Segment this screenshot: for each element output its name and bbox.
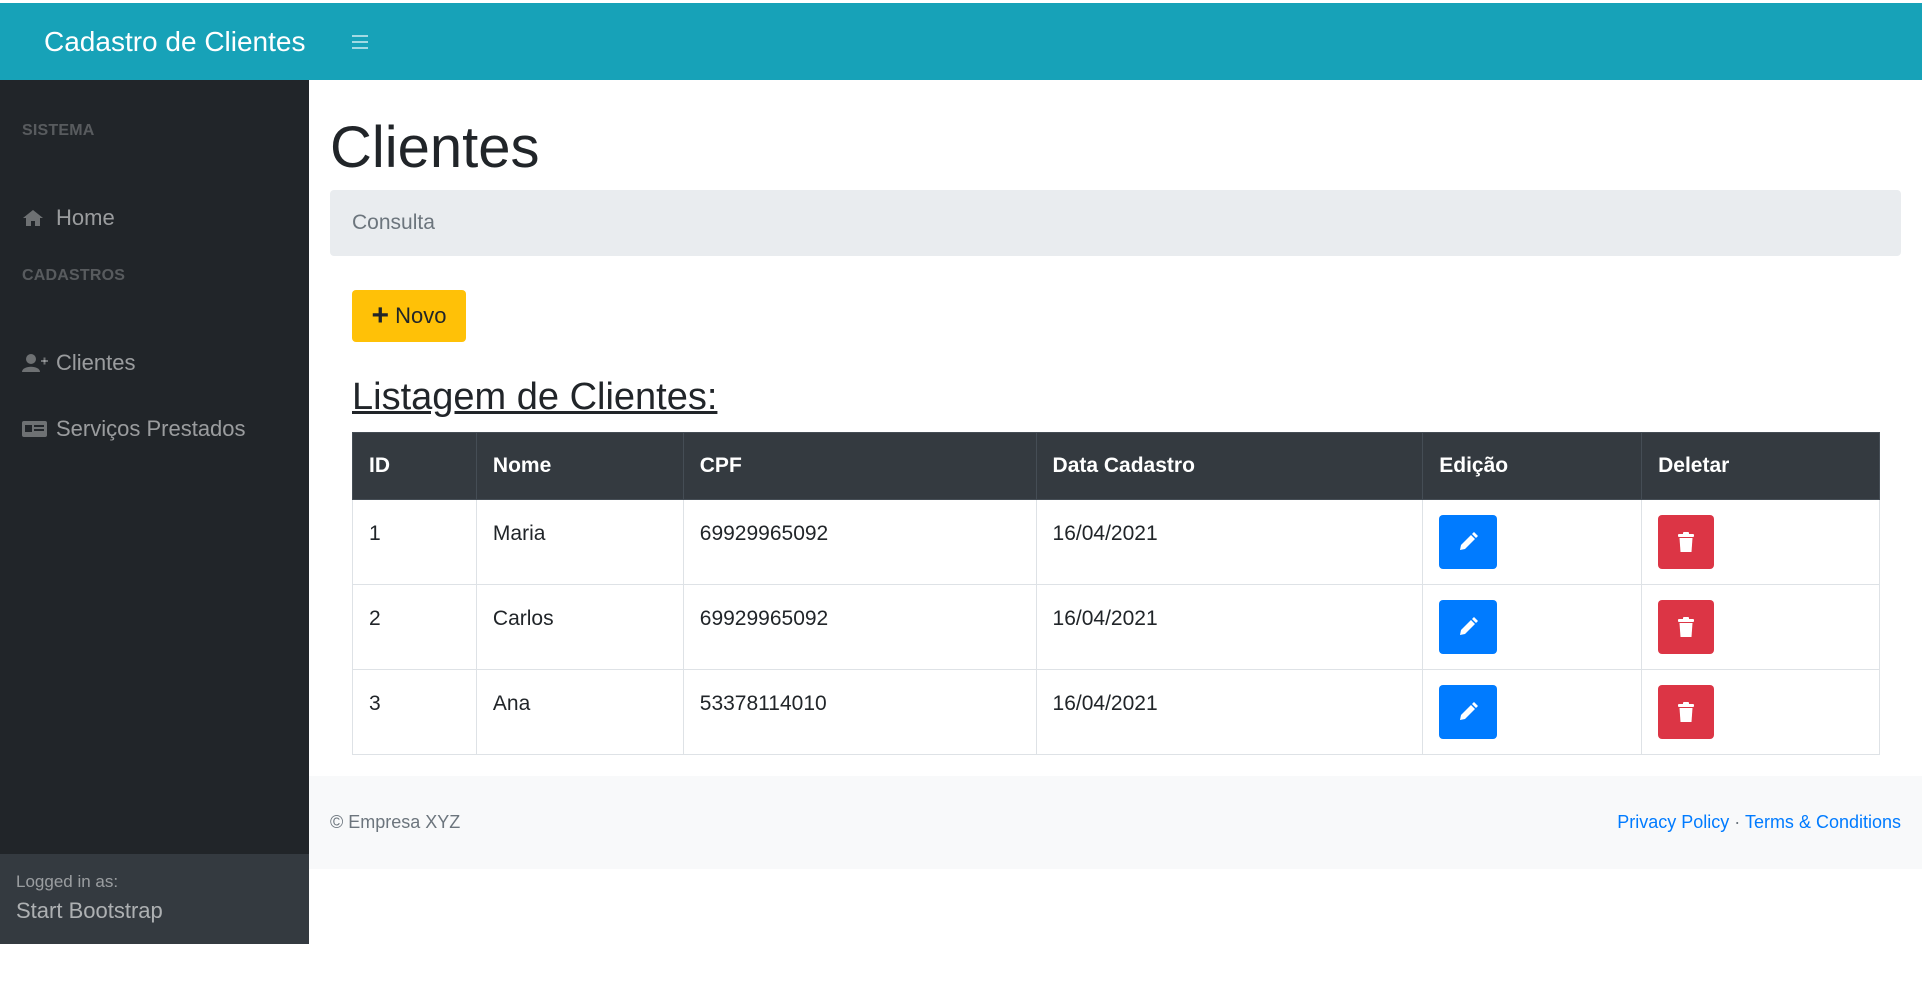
column-header-edicao: Edição (1422, 432, 1643, 500)
edit-button[interactable] (1439, 685, 1498, 739)
user-plus-icon (22, 352, 48, 374)
logged-in-label: Logged in as: (16, 872, 119, 891)
new-client-button[interactable]: + Novo (352, 290, 466, 342)
cell-delete (1641, 669, 1880, 755)
footer-links: Privacy Policy · Terms & Conditions (1617, 812, 1901, 833)
table-header-row: ID Nome CPF Data Cadastro Edição Deletar (352, 432, 1880, 500)
home-icon (22, 207, 48, 229)
cell-id: 3 (352, 669, 477, 755)
new-button-label: Novo (395, 303, 447, 328)
cell-nome: Maria (475, 499, 684, 585)
column-header-deletar: Deletar (1641, 432, 1880, 500)
pencil-icon (1460, 702, 1479, 720)
trash-icon (1678, 617, 1695, 637)
cell-edit (1422, 584, 1643, 670)
sidebar-heading-sistema: SISTEMA (22, 122, 95, 139)
trash-icon (1678, 702, 1695, 722)
cell-id: 1 (352, 499, 477, 585)
column-header-cpf: CPF (682, 432, 1037, 500)
column-header-data-cadastro: Data Cadastro (1035, 432, 1424, 500)
cell-data-cadastro: 16/04/2021 (1035, 584, 1424, 670)
copyright-text: © Empresa XYZ (330, 812, 461, 832)
sidebar-item-home[interactable]: Home (0, 193, 309, 243)
pencil-icon (1460, 617, 1479, 635)
top-navbar: Cadastro de Clientes (0, 3, 1922, 80)
cell-delete (1641, 499, 1880, 585)
cell-nome: Ana (475, 669, 684, 755)
cell-cpf: 69929965092 (682, 584, 1037, 670)
table-row: 1 Maria 69929965092 16/04/2021 (352, 499, 1880, 585)
logged-in-user: Start Bootstrap (16, 898, 163, 923)
clients-table: ID Nome CPF Data Cadastro Edição Deletar… (352, 432, 1880, 755)
cell-cpf: 69929965092 (682, 499, 1037, 585)
delete-button[interactable] (1658, 515, 1715, 569)
delete-button[interactable] (1658, 600, 1715, 654)
sidebar-item-label: Serviços Prestados (56, 416, 246, 441)
table-row: 2 Carlos 69929965092 16/04/2021 (352, 584, 1880, 670)
cell-id: 2 (352, 584, 477, 670)
column-header-nome: Nome (475, 432, 684, 500)
cell-cpf: 53378114010 (682, 669, 1037, 755)
bars-icon (352, 34, 368, 49)
sidebar-item-clientes[interactable]: Clientes (0, 338, 309, 388)
edit-button[interactable] (1439, 515, 1498, 569)
delete-button[interactable] (1658, 685, 1715, 739)
pencil-icon (1460, 532, 1479, 550)
sidebar-toggle-button[interactable] (344, 24, 380, 60)
table-row: 3 Ana 53378114010 16/04/2021 (352, 669, 1880, 755)
column-header-id: ID (352, 432, 477, 500)
breadcrumb: Consulta (330, 190, 1901, 256)
page-footer: © Empresa XYZ Privacy Policy · Terms & C… (309, 776, 1922, 869)
sidebar-item-servicos-prestados[interactable]: Serviços Prestados (0, 404, 309, 454)
plus-icon: + (371, 299, 390, 332)
brand-title[interactable]: Cadastro de Clientes (44, 26, 344, 58)
cell-delete (1641, 584, 1880, 670)
footer-separator: · (1734, 812, 1741, 832)
sidebar: SISTEMA Home CADASTROS Clientes Serviços… (0, 80, 309, 944)
terms-conditions-link[interactable]: Terms & Conditions (1745, 812, 1901, 832)
sidebar-item-label: Clientes (56, 350, 136, 375)
cell-edit (1422, 669, 1643, 755)
edit-button[interactable] (1439, 600, 1498, 654)
trash-icon (1678, 532, 1695, 552)
cell-edit (1422, 499, 1643, 585)
cell-data-cadastro: 16/04/2021 (1035, 499, 1424, 585)
privacy-policy-link[interactable]: Privacy Policy (1617, 812, 1729, 832)
sidebar-item-label: Home (56, 205, 115, 230)
id-card-icon (22, 418, 48, 440)
list-title: Listagem de Clientes: (352, 376, 718, 418)
cell-data-cadastro: 16/04/2021 (1035, 669, 1424, 755)
page-title: Clientes (330, 115, 540, 180)
breadcrumb-item-consulta: Consulta (352, 211, 435, 234)
sidebar-heading-cadastros: CADASTROS (22, 267, 126, 284)
sidebar-footer: Logged in as: Start Bootstrap (0, 854, 309, 944)
cell-nome: Carlos (475, 584, 684, 670)
